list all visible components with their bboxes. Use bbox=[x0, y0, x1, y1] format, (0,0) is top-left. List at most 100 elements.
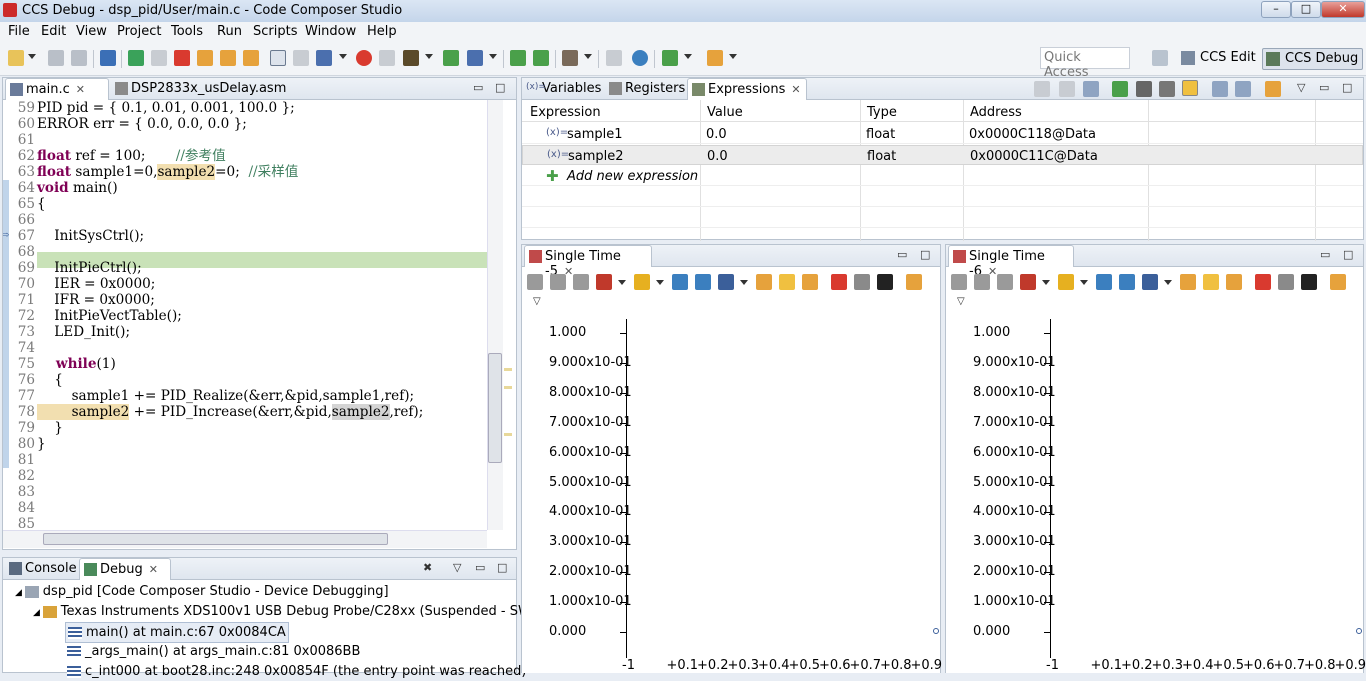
code-line[interactable]: 62float ref = 100; //参考值 bbox=[3, 148, 487, 164]
tab-expressions[interactable]: Expressions✕ bbox=[687, 78, 807, 100]
new-icon[interactable] bbox=[8, 50, 24, 66]
plot-area[interactable] bbox=[946, 318, 1363, 673]
code-line[interactable]: 76 { bbox=[3, 372, 487, 388]
minimize-icon[interactable]: ▭ bbox=[1320, 248, 1330, 261]
code-line[interactable]: 70 IER = 0x0000; bbox=[3, 276, 487, 292]
code-line[interactable]: 60ERROR err = { 0.0, 0.0, 0.0 }; bbox=[3, 116, 487, 132]
load-dropdown-icon[interactable] bbox=[339, 54, 347, 59]
reset-icon[interactable] bbox=[802, 274, 818, 290]
search-icon[interactable] bbox=[632, 50, 648, 66]
code-line[interactable]: 74 bbox=[3, 340, 487, 356]
collapse-all-icon[interactable] bbox=[1034, 81, 1050, 97]
code-line[interactable]: 63float sample1=0,sample2=0; //采样值 bbox=[3, 164, 487, 180]
continuous-refresh-icon[interactable] bbox=[1182, 80, 1198, 96]
menu-project[interactable]: Project bbox=[117, 24, 161, 39]
delete-icon[interactable] bbox=[1255, 274, 1271, 290]
code-line[interactable]: 77 sample1 += PID_Realize(&err,&pid,samp… bbox=[3, 388, 487, 404]
maximize-icon[interactable]: □ bbox=[1343, 248, 1353, 261]
add-series-icon[interactable] bbox=[1058, 274, 1074, 290]
remove-all-icon[interactable] bbox=[1159, 81, 1175, 97]
column-type[interactable]: Type bbox=[867, 105, 897, 120]
prev-annotation-icon[interactable] bbox=[533, 50, 549, 66]
align-icon[interactable] bbox=[974, 274, 990, 290]
vertical-scrollbar[interactable] bbox=[487, 100, 503, 530]
expression-value[interactable]: 0.0 bbox=[706, 127, 727, 142]
code-line[interactable]: 68 bbox=[3, 244, 487, 260]
tree-item-frame-args[interactable]: _args_main() at args_main.c:81 0x0086BB bbox=[67, 642, 360, 661]
external-tool-icon[interactable] bbox=[467, 50, 483, 66]
menu-help[interactable]: Help bbox=[367, 24, 397, 39]
close-tab-icon[interactable]: ✕ bbox=[76, 83, 85, 96]
overview-marker[interactable] bbox=[504, 433, 512, 436]
resume-icon[interactable] bbox=[128, 50, 144, 66]
column-value[interactable]: Value bbox=[707, 105, 743, 120]
zoom-in-icon[interactable] bbox=[672, 274, 688, 290]
plot-area[interactable] bbox=[522, 318, 940, 673]
load-program-icon[interactable] bbox=[316, 50, 332, 66]
open-perspective-icon[interactable] bbox=[1152, 50, 1168, 66]
layout-icon[interactable] bbox=[1083, 81, 1099, 97]
expression-value[interactable]: 0.0 bbox=[707, 149, 728, 164]
close-tab-icon[interactable]: ✕ bbox=[149, 563, 158, 576]
maximize-icon[interactable]: □ bbox=[1342, 81, 1352, 94]
quick-access-input[interactable]: Quick Access bbox=[1040, 47, 1130, 69]
view-menu-icon[interactable]: ▽ bbox=[533, 296, 541, 307]
maximize-icon[interactable]: □ bbox=[495, 81, 505, 94]
code-line[interactable]: 73 LED_Init(); bbox=[3, 324, 487, 340]
tree-item-session[interactable]: ◢ dsp_pid [Code Composer Studio - Device… bbox=[15, 582, 389, 603]
code-line[interactable]: 64void main() bbox=[3, 180, 487, 196]
tab-debug[interactable]: Debug✕ bbox=[79, 558, 171, 580]
maximize-icon[interactable]: □ bbox=[920, 248, 930, 261]
close-button[interactable]: ✕ bbox=[1321, 1, 1365, 18]
build-icon[interactable] bbox=[562, 50, 578, 66]
close-tab-icon[interactable]: ✕ bbox=[791, 83, 800, 96]
properties-icon[interactable] bbox=[877, 274, 893, 290]
menu-tools[interactable]: Tools bbox=[171, 24, 203, 39]
expression-row[interactable]: (x)= sample1 0.0 float 0x0000C118@Data bbox=[522, 124, 1363, 144]
zoom-fit-icon[interactable] bbox=[1142, 274, 1158, 290]
export-icon[interactable] bbox=[854, 274, 870, 290]
code-line[interactable]: 85 bbox=[3, 516, 487, 530]
minimize-icon[interactable]: ▭ bbox=[1319, 81, 1329, 94]
step-return-icon[interactable] bbox=[243, 50, 259, 66]
perspective-ccs-edit[interactable]: CCS Edit bbox=[1178, 48, 1260, 70]
code-line[interactable]: 65{ bbox=[3, 196, 487, 212]
chart-type-dropdown-icon[interactable] bbox=[618, 280, 626, 285]
terminal-icon[interactable] bbox=[100, 50, 116, 66]
remove-breakpoints-icon[interactable] bbox=[379, 50, 395, 66]
code-line[interactable]: 80} bbox=[3, 436, 487, 452]
code-line[interactable]: 81 bbox=[3, 452, 487, 468]
zoom-dropdown-icon[interactable] bbox=[1164, 280, 1172, 285]
menu-run[interactable]: Run bbox=[217, 24, 242, 39]
vertical-scroll-thumb[interactable] bbox=[488, 353, 502, 463]
zoom-dropdown-icon[interactable] bbox=[740, 280, 748, 285]
reset-icon[interactable] bbox=[1226, 274, 1242, 290]
code-area[interactable]: 59PID pid = { 0.1, 0.01, 0.001, 100.0 };… bbox=[3, 100, 487, 530]
add-series-dropdown-icon[interactable] bbox=[656, 280, 664, 285]
code-line[interactable]: 78 sample2 += PID_Increase(&err,&pid,sam… bbox=[3, 404, 487, 420]
properties-icon[interactable] bbox=[1301, 274, 1317, 290]
refresh-icon[interactable] bbox=[1180, 274, 1196, 290]
tab-registers[interactable]: Registers bbox=[605, 78, 691, 100]
legend-icon[interactable] bbox=[997, 274, 1013, 290]
external-dropdown-icon[interactable] bbox=[489, 54, 497, 59]
code-line[interactable]: 61 bbox=[3, 132, 487, 148]
menu-file[interactable]: File bbox=[8, 24, 30, 39]
save-icon[interactable] bbox=[48, 50, 64, 66]
align-icon[interactable] bbox=[550, 274, 566, 290]
continuous-refresh-icon[interactable] bbox=[1203, 274, 1219, 290]
code-line[interactable]: 75 while(1) bbox=[3, 356, 487, 372]
tab-main-c[interactable]: main.c✕ bbox=[5, 78, 109, 100]
menu-edit[interactable]: Edit bbox=[41, 24, 66, 39]
gear-icon[interactable] bbox=[662, 50, 678, 66]
maximize-button[interactable]: □ bbox=[1291, 1, 1321, 18]
menu-window[interactable]: Window bbox=[305, 24, 356, 39]
tab-variables[interactable]: (x)= Variables bbox=[522, 78, 607, 100]
perspective-ccs-debug[interactable]: CCS Debug bbox=[1262, 48, 1363, 70]
delete-icon[interactable] bbox=[831, 274, 847, 290]
minimize-icon[interactable]: ▭ bbox=[475, 561, 485, 574]
export-icon[interactable] bbox=[1235, 81, 1251, 97]
instruction-step-icon[interactable] bbox=[270, 50, 286, 66]
menu-scripts[interactable]: Scripts bbox=[253, 24, 297, 39]
new-dropdown-icon[interactable] bbox=[28, 54, 36, 59]
